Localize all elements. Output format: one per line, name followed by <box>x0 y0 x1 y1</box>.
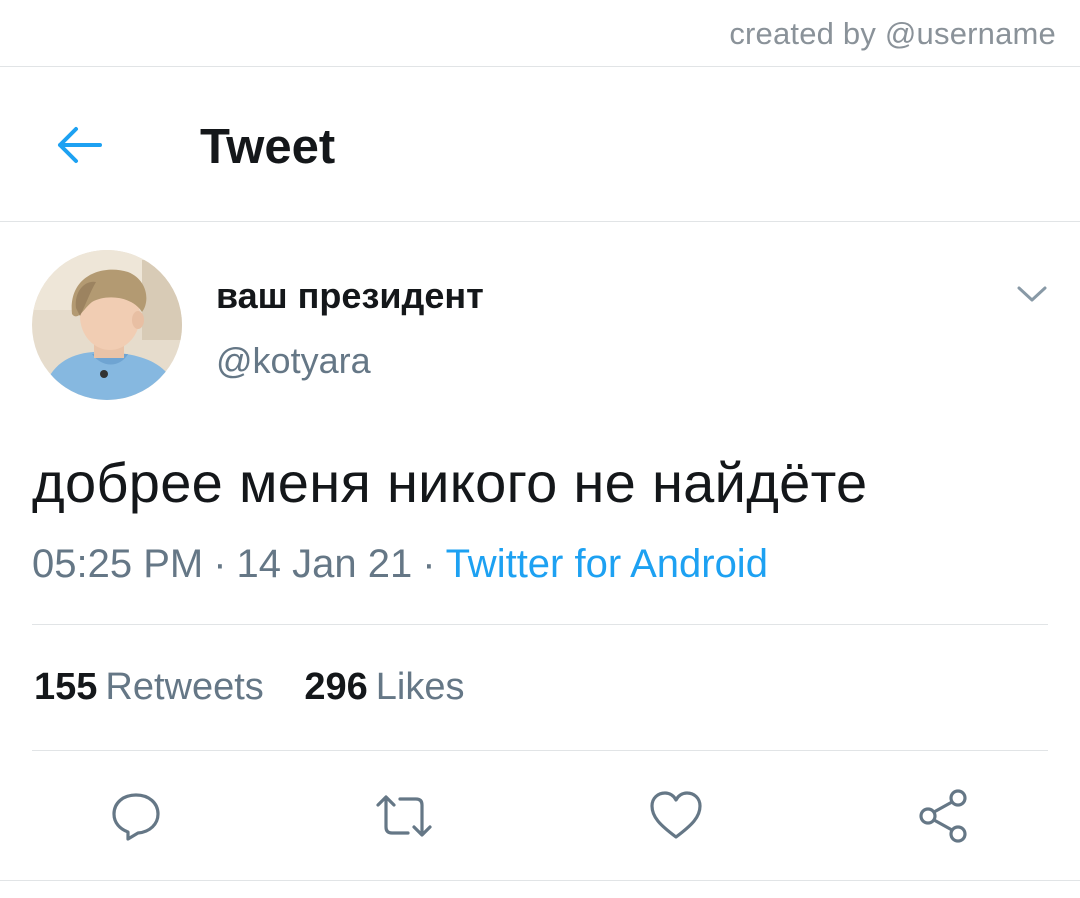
page-title: Tweet <box>200 120 336 174</box>
divider <box>0 880 1080 881</box>
tweet-source-link[interactable]: Twitter for Android <box>446 542 768 586</box>
avatar-image <box>32 250 182 400</box>
credit-watermark: created by @username <box>729 16 1056 51</box>
reply-icon <box>112 793 160 841</box>
share-button[interactable] <box>912 784 976 848</box>
retweet-button[interactable] <box>372 784 436 848</box>
display-name[interactable]: ваш президент <box>216 275 484 317</box>
meta-separator: · <box>213 542 227 586</box>
like-button[interactable] <box>644 784 708 848</box>
chevron-down-icon <box>1017 286 1047 302</box>
likes-label: Likes <box>375 666 465 708</box>
tweet-detail-screen: created by @username Tweet ваш президент… <box>0 0 1080 898</box>
divider <box>32 750 1048 751</box>
retweets-count: 155 <box>34 666 98 708</box>
meta-separator: · <box>422 542 436 586</box>
tweet-stats: 155 Retweets 296 Likes <box>34 666 495 709</box>
retweets-label: Retweets <box>105 666 264 708</box>
user-handle[interactable]: @kotyara <box>216 340 371 382</box>
likes-stat[interactable]: 296 Likes <box>304 666 464 709</box>
tweet-time: 05:25 PM <box>32 542 204 586</box>
divider <box>32 624 1048 625</box>
share-icon <box>919 789 967 843</box>
arrow-left-icon <box>58 127 102 163</box>
heart-icon <box>650 791 702 839</box>
likes-count: 296 <box>304 666 368 708</box>
top-app-bar: Tweet <box>0 67 1080 222</box>
back-button[interactable] <box>48 117 108 173</box>
tweet-options-button[interactable] <box>1012 278 1052 310</box>
tweet-meta: 05:25 PM · 14 Jan 21 · Twitter for Android <box>32 542 768 587</box>
credit-bar: created by @username <box>0 0 1080 67</box>
tweet-text: добрее меня никого не найдёте <box>32 451 868 514</box>
retweet-icon <box>376 795 432 837</box>
avatar[interactable] <box>32 250 182 400</box>
retweets-stat[interactable]: 155 Retweets <box>34 666 264 709</box>
tweet-date: 14 Jan 21 <box>236 542 413 586</box>
reply-button[interactable] <box>104 784 168 848</box>
